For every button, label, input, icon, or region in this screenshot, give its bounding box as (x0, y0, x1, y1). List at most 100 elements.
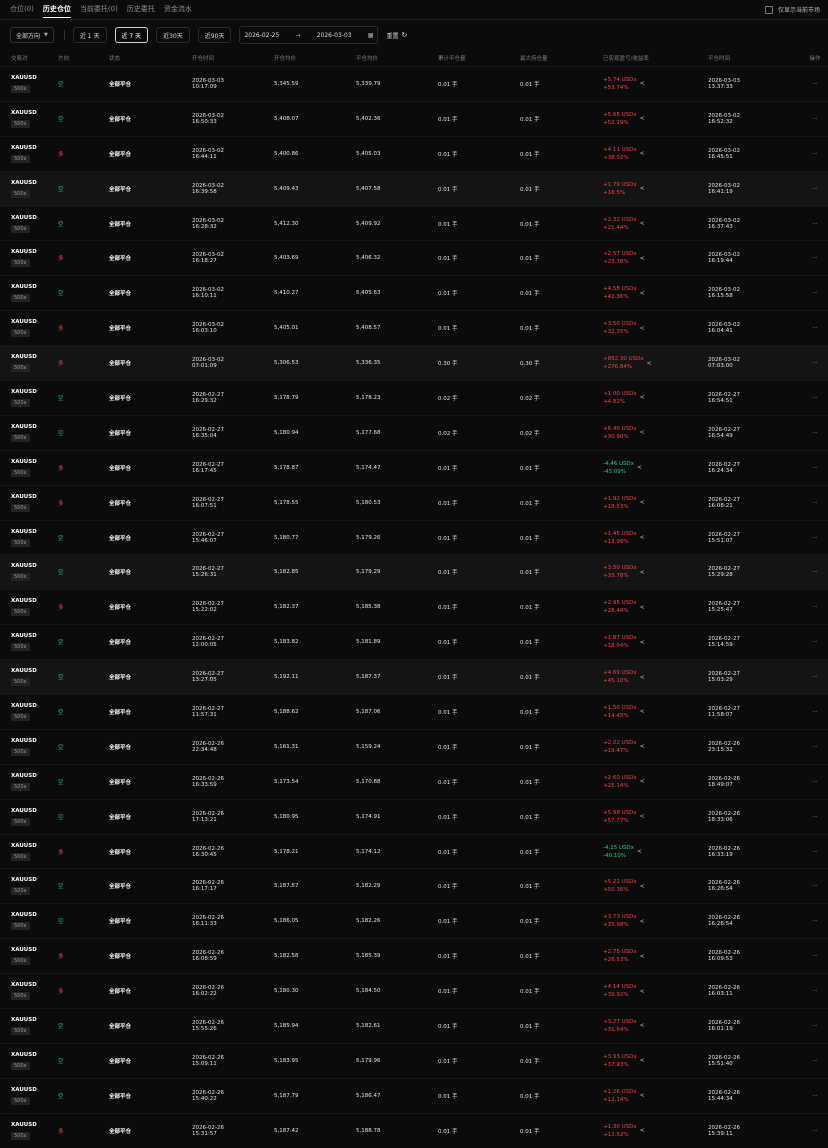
table-row[interactable]: XAUUSD 500x 空 全部平仓 2026-02-26 17:13:21 5,180.9… (0, 798, 828, 835)
tab-fund-flow[interactable]: 资金流水 (164, 0, 192, 19)
table-row[interactable]: XAUUSD 500x 多 全部平仓 2026-02-27 16:17:45 5,178.8… (0, 449, 828, 486)
start-date[interactable]: 2026-02-25 (244, 32, 279, 39)
table-row[interactable]: XAUUSD 500x 空 全部平仓 2026-02-26 16:33:59 5,173.5… (0, 763, 828, 800)
table-row[interactable]: XAUUSD 500x 多 全部平仓 2026-03-02 07:01:09 5,306.5… (0, 345, 828, 381)
share-icon[interactable]: < (640, 674, 645, 681)
table-row[interactable]: XAUUSD 500x 多 全部平仓 2026-03-02 16:44:11 5,400.8… (0, 135, 828, 172)
more-icon[interactable]: ··· (812, 674, 817, 680)
more-icon[interactable]: ··· (812, 1093, 817, 1099)
more-icon[interactable]: ··· (812, 779, 817, 785)
more-icon[interactable]: ··· (812, 883, 817, 889)
more-icon[interactable]: ··· (812, 221, 817, 227)
table-row[interactable]: XAUUSD 500x 空 全部平仓 2026-02-27 16:35:04 5,180.9… (0, 414, 828, 451)
table-row[interactable]: XAUUSD 500x 多 全部平仓 2026-02-26 16:30:45 5,178.2… (0, 833, 828, 869)
more-icon[interactable]: ··· (812, 849, 817, 855)
share-icon[interactable]: < (640, 918, 645, 925)
share-icon[interactable]: < (640, 708, 645, 715)
more-icon[interactable]: ··· (812, 255, 817, 261)
more-icon[interactable]: ··· (812, 918, 817, 924)
table-row[interactable]: XAUUSD 500x 多 全部平仓 2026-02-26 16:08:59 5,182.5… (0, 938, 828, 974)
more-icon[interactable]: ··· (812, 535, 817, 541)
share-icon[interactable]: < (640, 255, 645, 262)
more-icon[interactable]: ··· (812, 290, 817, 296)
share-icon[interactable]: < (640, 883, 645, 890)
share-icon[interactable]: < (640, 953, 645, 960)
more-icon[interactable]: ··· (812, 604, 817, 610)
tab-position-history[interactable]: 历史仓位 (42, 0, 71, 19)
table-row[interactable]: XAUUSD 500x 空 全部平仓 2026-02-26 16:17:17 5,187.5… (0, 868, 828, 904)
more-icon[interactable]: ··· (812, 1023, 817, 1029)
current-market-toggle[interactable]: 仅显示当前市场 (764, 5, 820, 14)
table-row[interactable]: XAUUSD 500x 空 全部平仓 2026-02-26 15:40:22 5,187.7… (0, 1077, 828, 1114)
direction-dropdown[interactable]: 全部方向 ▼ (10, 27, 54, 43)
table-row[interactable]: XAUUSD 500x 空 全部平仓 2026-02-27 16:29:32 5,178.7… (0, 380, 828, 416)
period-1d[interactable]: 近 1 天 (72, 27, 107, 43)
table-row[interactable]: XAUUSD 500x 空 全部平仓 2026-02-27 13:27:05 5,192.1… (0, 659, 828, 695)
more-icon[interactable]: ··· (812, 639, 817, 645)
more-icon[interactable]: ··· (812, 430, 817, 436)
table-row[interactable]: XAUUSD 500x 多 全部平仓 2026-02-26 16:02:22 5,180.3… (0, 973, 828, 1009)
more-icon[interactable]: ··· (812, 814, 817, 820)
table-row[interactable]: XAUUSD 500x 空 全部平仓 2026-02-26 16:11:33 5,186.0… (0, 903, 828, 939)
table-row[interactable]: XAUUSD 500x 多 全部平仓 2026-02-26 15:31:57 5,187.4… (0, 1112, 828, 1148)
share-icon[interactable]: < (640, 220, 645, 227)
table-row[interactable]: XAUUSD 500x 多 全部平仓 2026-02-27 16:07:51 5,178.5… (0, 484, 828, 521)
table-row[interactable]: XAUUSD 500x 空 全部平仓 2026-03-02 16:10:11 5,410.2… (0, 275, 828, 311)
table-row[interactable]: XAUUSD 500x 空 全部平仓 2026-02-26 15:09:11 5,183.9… (0, 1042, 828, 1079)
share-icon[interactable]: < (640, 325, 645, 332)
share-icon[interactable]: < (640, 1092, 645, 1099)
table-row[interactable]: XAUUSD 500x 空 全部平仓 2026-02-27 11:57:31 5,188.6… (0, 694, 828, 730)
share-icon[interactable]: < (640, 185, 645, 192)
end-date[interactable]: 2026-03-03 (317, 32, 352, 39)
more-icon[interactable]: ··· (812, 116, 817, 122)
more-icon[interactable]: ··· (812, 325, 817, 331)
period-30d[interactable]: 近30天 (156, 27, 190, 43)
share-icon[interactable]: < (640, 778, 645, 785)
more-icon[interactable]: ··· (812, 988, 817, 994)
more-icon[interactable]: ··· (812, 1128, 817, 1134)
more-icon[interactable]: ··· (812, 360, 817, 366)
share-icon[interactable]: < (640, 1057, 645, 1064)
period-7d[interactable]: 近 7 天 (114, 27, 149, 43)
share-icon[interactable]: < (640, 429, 645, 436)
table-row[interactable]: XAUUSD 500x 空 全部平仓 2026-03-03 10:17:09 5,345.5… (0, 66, 828, 102)
share-icon[interactable]: < (640, 569, 645, 576)
table-row[interactable]: XAUUSD 500x 多 全部平仓 2026-02-27 15:22:02 5,182.3… (0, 589, 828, 625)
share-icon[interactable]: < (640, 1022, 645, 1029)
tab-order-history[interactable]: 历史委托 (127, 0, 155, 19)
more-icon[interactable]: ··· (812, 500, 817, 506)
more-icon[interactable]: ··· (812, 186, 817, 192)
checkbox-icon[interactable] (764, 5, 773, 14)
more-icon[interactable]: ··· (812, 81, 817, 87)
more-icon[interactable]: ··· (812, 569, 817, 575)
share-icon[interactable]: < (640, 813, 645, 820)
share-icon[interactable]: < (640, 394, 645, 401)
more-icon[interactable]: ··· (812, 395, 817, 401)
table-row[interactable]: XAUUSD 500x 空 全部平仓 2026-03-02 16:28:32 5,412.3… (0, 205, 828, 241)
more-icon[interactable]: ··· (812, 465, 817, 471)
table-row[interactable]: XAUUSD 500x 空 全部平仓 2026-03-02 16:50:33 5,408.0… (0, 100, 828, 137)
table-row[interactable]: XAUUSD 500x 空 全部平仓 2026-02-26 22:34:48 5,161.3… (0, 728, 828, 765)
more-icon[interactable]: ··· (812, 1058, 817, 1064)
tab-positions[interactable]: 仓位(0) (10, 0, 34, 19)
share-icon[interactable]: < (640, 1127, 645, 1134)
table-row[interactable]: XAUUSD 500x 空 全部平仓 2026-02-27 12:00:05 5,183.8… (0, 624, 828, 660)
share-icon[interactable]: < (647, 360, 652, 367)
share-icon[interactable]: < (640, 743, 645, 750)
table-row[interactable]: XAUUSD 500x 多 全部平仓 2026-03-02 16:03:10 5,405.0… (0, 310, 828, 346)
share-icon[interactable]: < (640, 988, 645, 995)
share-icon[interactable]: < (640, 290, 645, 297)
table-row[interactable]: XAUUSD 500x 空 全部平仓 2026-02-26 15:55:26 5,185.9… (0, 1008, 828, 1044)
calendar-icon[interactable]: ▦ (368, 32, 374, 39)
table-row[interactable]: XAUUSD 500x 空 全部平仓 2026-03-02 16:39:58 5,409.4… (0, 170, 828, 207)
date-range-picker[interactable]: 2026-02-25 → 2026-03-03 ▦ (239, 26, 379, 44)
more-icon[interactable]: ··· (812, 953, 817, 959)
more-icon[interactable]: ··· (812, 151, 817, 157)
share-icon[interactable]: < (640, 499, 645, 506)
share-icon[interactable]: < (640, 534, 645, 541)
share-icon[interactable]: < (640, 150, 645, 157)
share-icon[interactable]: < (637, 848, 642, 855)
share-icon[interactable]: < (640, 80, 645, 87)
table-row[interactable]: XAUUSD 500x 空 全部平仓 2026-02-27 15:46:07 5,180.7… (0, 519, 828, 555)
share-icon[interactable]: < (640, 639, 645, 646)
